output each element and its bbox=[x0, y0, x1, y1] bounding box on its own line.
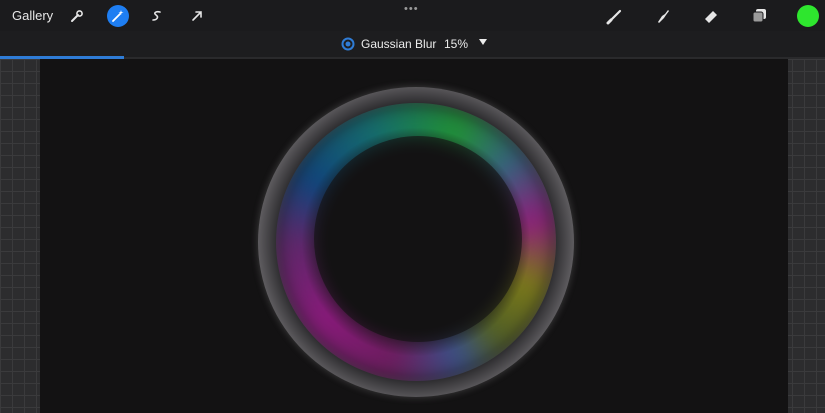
eraser-icon[interactable] bbox=[700, 5, 722, 27]
smudge-icon[interactable] bbox=[652, 5, 674, 27]
selection-icon[interactable] bbox=[146, 5, 168, 27]
top-toolbar: Gallery ••• bbox=[0, 0, 825, 31]
chevron-down-icon[interactable] bbox=[479, 39, 487, 45]
gallery-button[interactable]: Gallery bbox=[12, 8, 53, 23]
gaussian-blur-icon bbox=[341, 37, 355, 51]
more-options-icon[interactable]: ••• bbox=[404, 3, 419, 15]
adjustment-value: 15% bbox=[444, 37, 469, 51]
wrench-icon[interactable] bbox=[66, 5, 88, 27]
adjustment-name[interactable]: Gaussian Blur bbox=[361, 37, 436, 51]
brush-icon[interactable] bbox=[604, 5, 626, 27]
bubble-center bbox=[314, 136, 522, 342]
magic-wand-icon[interactable] bbox=[107, 5, 129, 27]
color-picker-button[interactable] bbox=[797, 5, 819, 27]
transform-arrow-icon[interactable] bbox=[186, 5, 208, 27]
layers-icon[interactable] bbox=[749, 5, 771, 27]
adjustment-bar: Gaussian Blur 15% bbox=[0, 31, 825, 57]
